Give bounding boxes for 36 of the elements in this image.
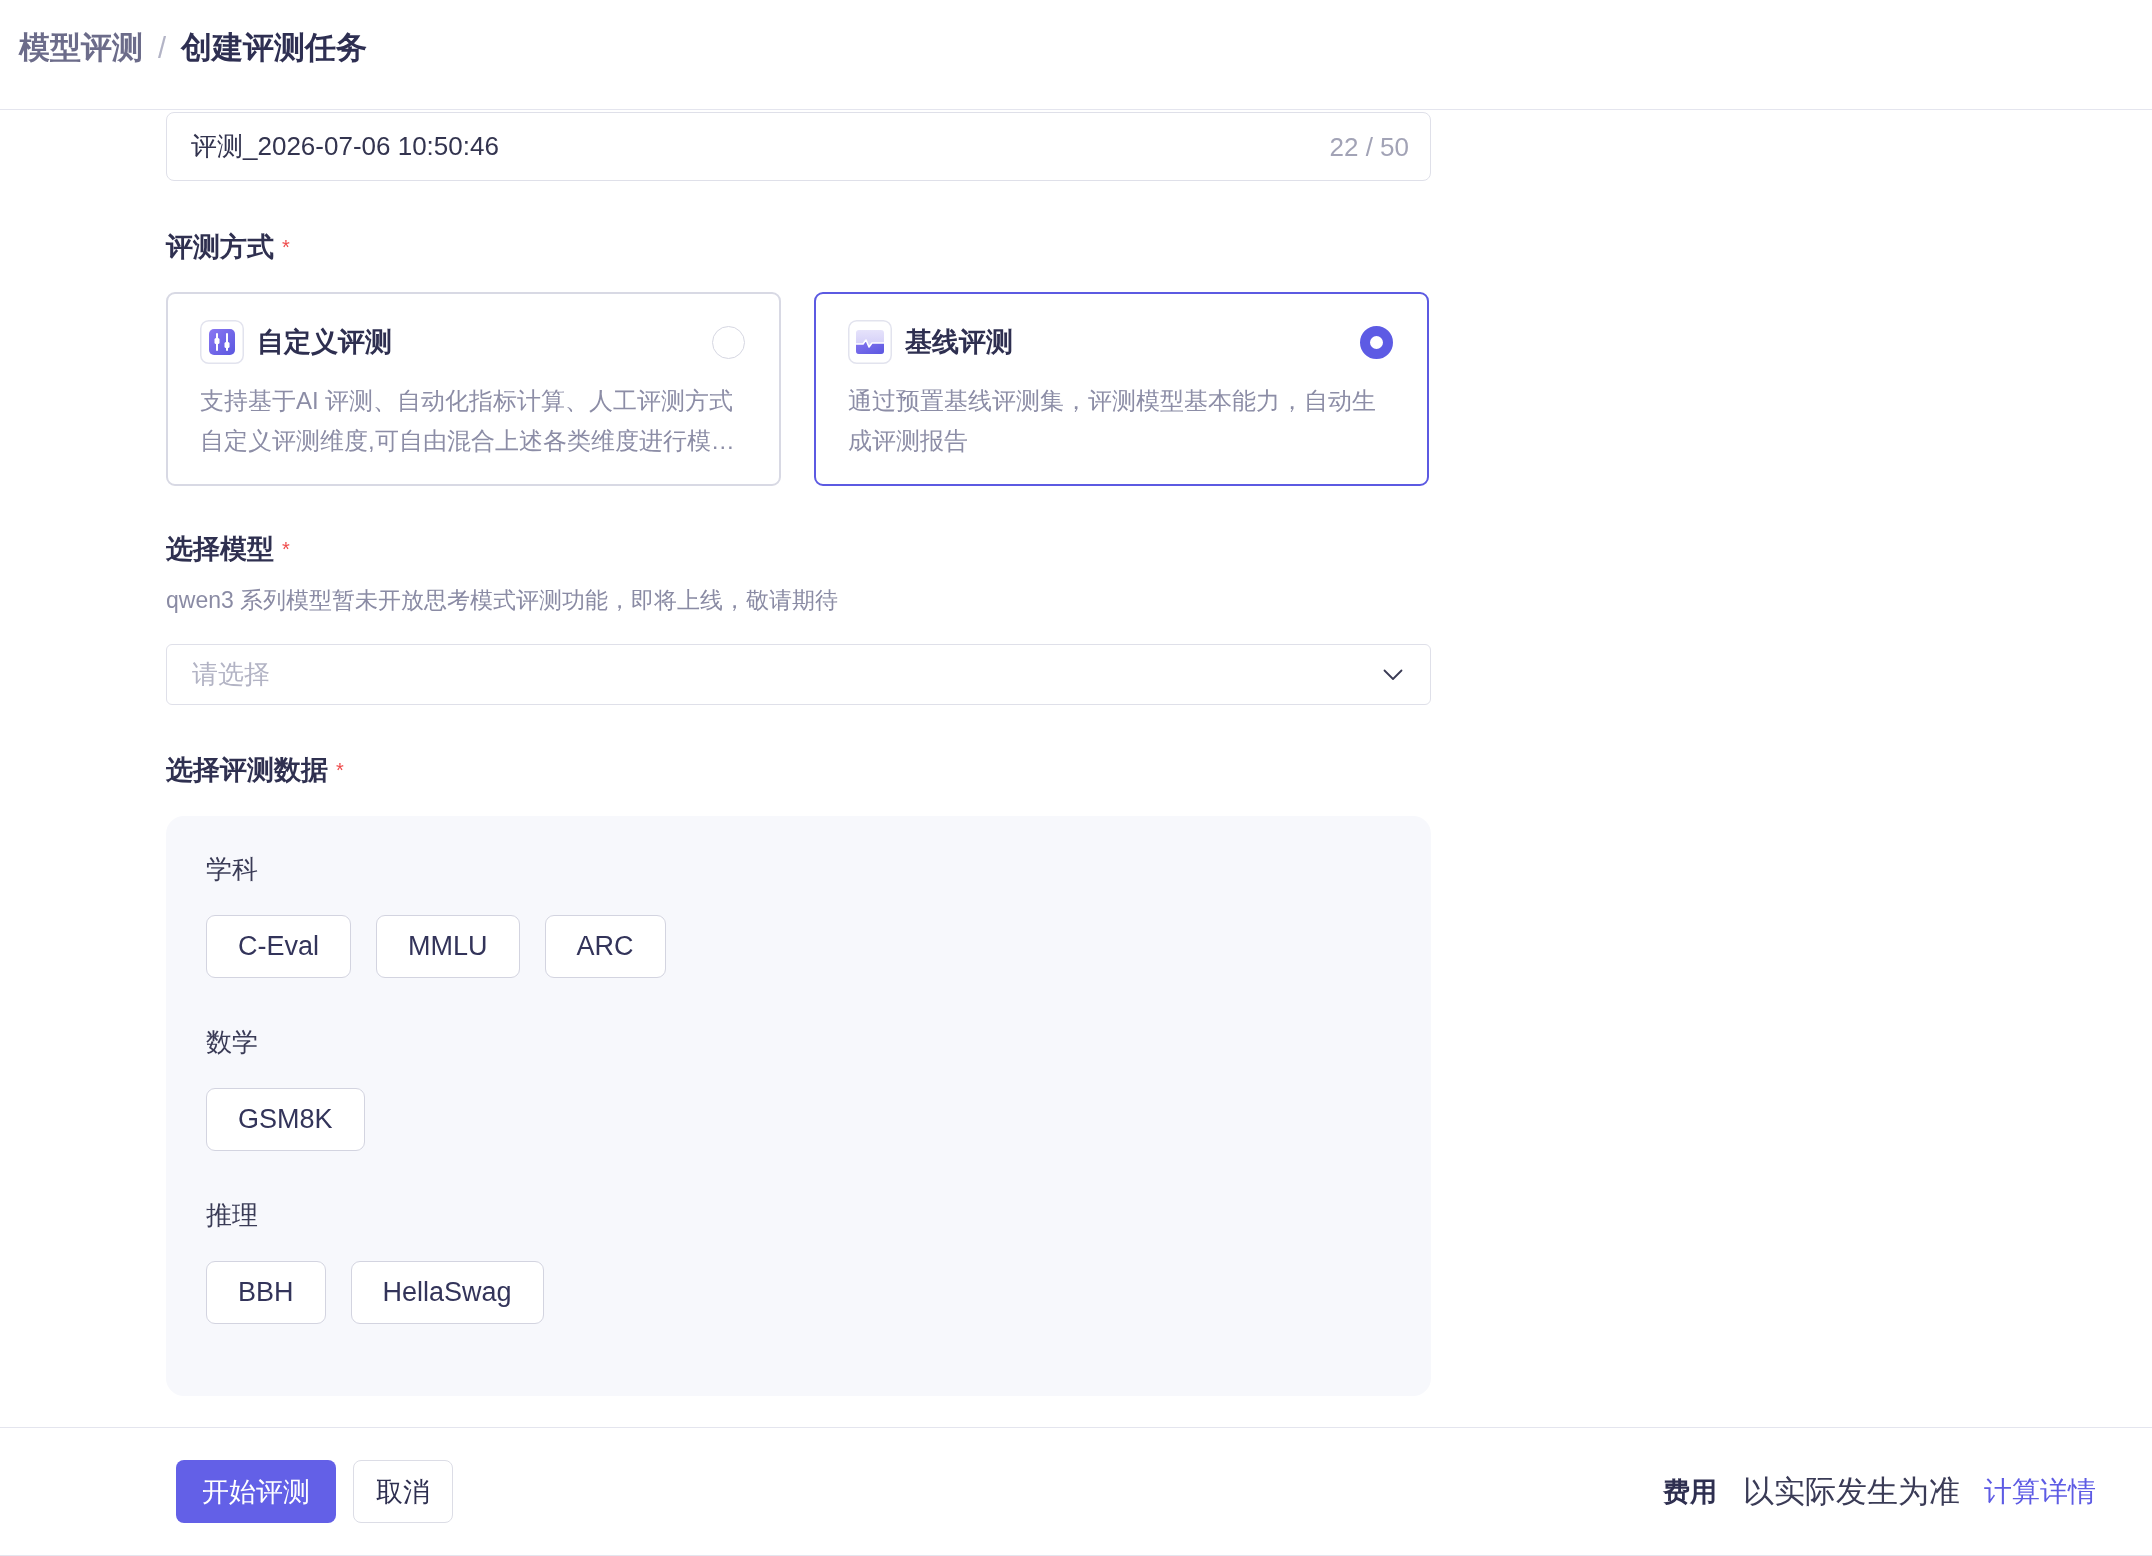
method-description: 支持基于AI 评测、自动化指标计算、人工评测方式自定义评测维度,可自由混合上述各类维度进行模… (200, 386, 736, 456)
required-mark: * (336, 760, 344, 780)
dataset-chip[interactable]: MMLU (376, 915, 520, 978)
method-card[interactable]: 自定义评测 支持基于AI 评测、自动化指标计算、人工评测方式自定义评测维度,可自由混合上述各类维度进行模… (166, 292, 781, 486)
radio-button[interactable] (1360, 325, 1393, 359)
category-label: 推理 (206, 1199, 258, 1232)
model-select[interactable]: 请选择 (166, 644, 1431, 705)
cost-label: 费用 (1663, 1475, 1717, 1509)
sliders-icon (200, 320, 244, 364)
character-counter: 22 / 50 (1329, 131, 1409, 162)
cost-note: 以实际发生为准 (1743, 1472, 1960, 1511)
hint-text: qwen3 系列模型暂未开放思考模式评测功能，即将上线，敬请期待 (166, 586, 839, 615)
dataset-chip[interactable]: HellaSwag (350, 1261, 544, 1324)
required-mark: * (282, 539, 290, 559)
breadcrumb-current: 创建评测任务 (181, 29, 368, 67)
section-label: 评测方式 (166, 231, 274, 264)
method-title: 自定义评测 (257, 326, 392, 359)
breadcrumb-link[interactable]: 模型评测 (19, 28, 143, 68)
details-link[interactable]: 计算详情 (1984, 1472, 2096, 1511)
cancel-button[interactable]: 取消 (353, 1460, 453, 1523)
method-title: 基线评测 (905, 326, 1013, 359)
line-chart-icon (848, 320, 892, 364)
category-label: 学科 (206, 853, 258, 886)
dataset-chip[interactable]: BBH (206, 1261, 326, 1324)
section-label: 选择评测数据 (166, 754, 328, 787)
breadcrumb-separator: / (158, 31, 167, 66)
method-description: 通过预置基线评测集，评测模型基本能力，自动生成评测报告 (848, 386, 1377, 456)
chevron-down-icon (1383, 669, 1403, 681)
dataset-chip[interactable]: ARC (544, 915, 666, 978)
method-card[interactable]: 基线评测 通过预置基线评测集，评测模型基本能力，自动生成评测报告 (814, 292, 1429, 486)
dataset-chip[interactable]: C-Eval (206, 915, 351, 978)
required-mark: * (282, 237, 290, 257)
dataset-chip[interactable]: GSM8K (206, 1088, 365, 1151)
category-label: 数学 (206, 1026, 258, 1059)
section-label: 选择模型 (166, 533, 274, 566)
submit-button[interactable]: 开始评测 (176, 1460, 336, 1523)
